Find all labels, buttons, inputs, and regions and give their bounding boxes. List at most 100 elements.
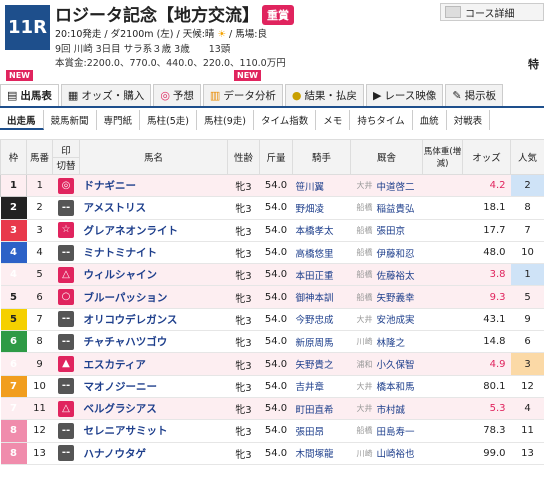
odds-value[interactable]: 4.9 <box>462 352 511 376</box>
horse-name-link[interactable]: ウィルシャイン <box>79 263 228 287</box>
subtab-time-index[interactable]: タイム指数 <box>254 110 317 130</box>
jockey-link[interactable]: 吉井章 <box>292 375 351 398</box>
odds-value[interactable]: 3.8 <box>462 263 511 287</box>
tab-shutsuba[interactable]: ▤ 出馬表 <box>0 84 59 106</box>
mark-badge[interactable]: ○ <box>58 289 74 306</box>
trainer-link[interactable]: 佐藤裕太 <box>374 263 423 287</box>
trainer-link[interactable]: 市村誠 <box>374 397 423 421</box>
mark-cell[interactable]: -- <box>52 375 80 398</box>
subtab-umabashira5[interactable]: 馬柱(5走) <box>140 110 198 130</box>
jockey-link[interactable]: 野畑凌 <box>292 196 351 220</box>
jockey-link[interactable]: 御神本訓 <box>292 285 351 309</box>
horse-name-link[interactable]: ミナトミナイト <box>79 241 228 265</box>
body-weight <box>422 397 463 421</box>
jockey-link[interactable]: 高橋悠里 <box>292 241 351 265</box>
tab-board[interactable]: ✎ 掲示板 <box>445 84 504 106</box>
subtab-senmonshi[interactable]: 専門紙 <box>97 110 141 130</box>
mark-cell[interactable]: △ <box>52 263 80 287</box>
tab-data[interactable]: ▥ データ分析 <box>202 84 283 106</box>
odds-value[interactable]: 78.3 <box>462 419 511 443</box>
trainer-link[interactable]: 林隆之 <box>374 330 423 354</box>
horse-name-link[interactable]: アメストリス <box>79 196 228 220</box>
trainer-link[interactable]: 山崎裕也 <box>374 442 423 465</box>
mark-badge[interactable]: -- <box>58 199 74 216</box>
horse-name-link[interactable]: オリコウデレガンス <box>79 308 228 332</box>
horse-name-link[interactable]: チャチャハツゴウ <box>79 330 228 354</box>
mark-cell[interactable]: -- <box>52 241 80 265</box>
horse-name-link[interactable]: ベルグラシアス <box>79 397 228 421</box>
horse-name-link[interactable]: ドナギニー <box>79 174 228 198</box>
horse-name-link[interactable]: ハナノウタゲ <box>79 442 228 465</box>
trainer-link[interactable]: 伊藤和忍 <box>374 241 423 265</box>
trainer-link[interactable]: 橋本和馬 <box>374 375 423 398</box>
mark-cell[interactable]: -- <box>52 442 80 465</box>
trainer-link[interactable]: 稲益貴弘 <box>374 196 423 220</box>
subtab-memo[interactable]: メモ <box>316 110 351 130</box>
jockey-link[interactable]: 本田正重 <box>292 263 351 287</box>
mark-badge[interactable]: -- <box>58 333 74 350</box>
trainer-link[interactable]: 矢野義幸 <box>374 285 423 309</box>
subtab-shusoba[interactable]: 出走馬 <box>0 110 44 130</box>
mark-badge[interactable]: -- <box>58 422 74 439</box>
mark-badge[interactable]: ▲ <box>58 356 74 373</box>
mark-cell[interactable]: -- <box>52 419 80 443</box>
tab-odds[interactable]: ▦ オッズ・購入 <box>60 84 152 106</box>
mark-cell[interactable]: ○ <box>52 285 80 309</box>
subtab-newspaper[interactable]: 競馬新聞 <box>44 110 97 130</box>
trainer-link[interactable]: 安池成実 <box>374 308 423 332</box>
trainer-link[interactable]: 張田京 <box>374 219 423 242</box>
subtab-pedigree[interactable]: 血統 <box>413 110 447 130</box>
tab-result[interactable]: ● 結果・払戻 <box>284 84 364 106</box>
odds-value[interactable]: 14.8 <box>462 330 511 354</box>
horse-name-link[interactable]: ブルーパッション <box>79 285 228 309</box>
subtab-matchup[interactable]: 対戦表 <box>447 110 491 130</box>
mark-badge[interactable]: -- <box>58 311 74 328</box>
horse-name-link[interactable]: セレニアサミット <box>79 419 228 443</box>
odds-value[interactable]: 9.3 <box>462 285 511 309</box>
col-mark-toggle[interactable]: 切替 <box>53 156 79 172</box>
horse-name-link[interactable]: マオノジーニー <box>79 375 228 398</box>
mark-cell[interactable]: ◎ <box>52 174 80 198</box>
mark-badge[interactable]: -- <box>58 378 74 395</box>
jockey-link[interactable]: 木間塚龍 <box>292 442 351 465</box>
odds-value[interactable]: 17.7 <box>462 219 511 242</box>
col-mark[interactable]: 印切替 <box>52 139 80 175</box>
odds-value[interactable]: 48.0 <box>462 241 511 265</box>
mark-cell[interactable]: -- <box>52 330 80 354</box>
mark-badge[interactable]: -- <box>58 445 74 462</box>
odds-value[interactable]: 43.1 <box>462 308 511 332</box>
trainer-link[interactable]: 中道啓二 <box>374 174 423 198</box>
jockey-link[interactable]: 新原周馬 <box>292 330 351 354</box>
jockey-link[interactable]: 張田昂 <box>292 419 351 443</box>
jockey-link[interactable]: 矢野貴之 <box>292 352 351 376</box>
tab-yoso[interactable]: ◎ 予想 <box>153 84 201 106</box>
course-detail-button[interactable]: コース詳細 <box>440 3 544 21</box>
subtab-mochi-time[interactable]: 持ちタイム <box>350 110 413 130</box>
trainer-link[interactable]: 小久保智 <box>374 352 423 376</box>
mark-cell[interactable]: ☆ <box>52 219 80 242</box>
jockey-link[interactable]: 笹川翼 <box>292 174 351 198</box>
odds-value[interactable]: 80.1 <box>462 375 511 398</box>
horse-name-link[interactable]: グレアネオンライト <box>79 219 228 242</box>
jockey-link[interactable]: 町田直希 <box>292 397 351 421</box>
mark-badge[interactable]: ☆ <box>58 222 74 239</box>
horse-name-link[interactable]: エスカティア <box>79 352 228 376</box>
mark-badge[interactable]: ◎ <box>58 177 74 194</box>
odds-value[interactable]: 5.3 <box>462 397 511 421</box>
odds-value[interactable]: 4.2 <box>462 174 511 198</box>
odds-value[interactable]: 99.0 <box>462 442 511 465</box>
waku-cell: 3 <box>0 219 27 242</box>
mark-badge[interactable]: -- <box>58 244 74 261</box>
mark-badge[interactable]: △ <box>58 400 74 417</box>
odds-value[interactable]: 18.1 <box>462 196 511 220</box>
mark-badge[interactable]: △ <box>58 266 74 283</box>
jockey-link[interactable]: 今野忠成 <box>292 308 351 332</box>
jockey-link[interactable]: 本橋孝太 <box>292 219 351 242</box>
mark-cell[interactable]: -- <box>52 196 80 220</box>
tab-video[interactable]: ▶ レース映像 <box>365 84 444 106</box>
mark-cell[interactable]: ▲ <box>52 352 80 376</box>
subtab-umabashira9[interactable]: 馬柱(9走) <box>197 110 254 130</box>
mark-cell[interactable]: -- <box>52 308 80 332</box>
mark-cell[interactable]: △ <box>52 397 80 421</box>
trainer-link[interactable]: 田島寿一 <box>374 419 423 443</box>
